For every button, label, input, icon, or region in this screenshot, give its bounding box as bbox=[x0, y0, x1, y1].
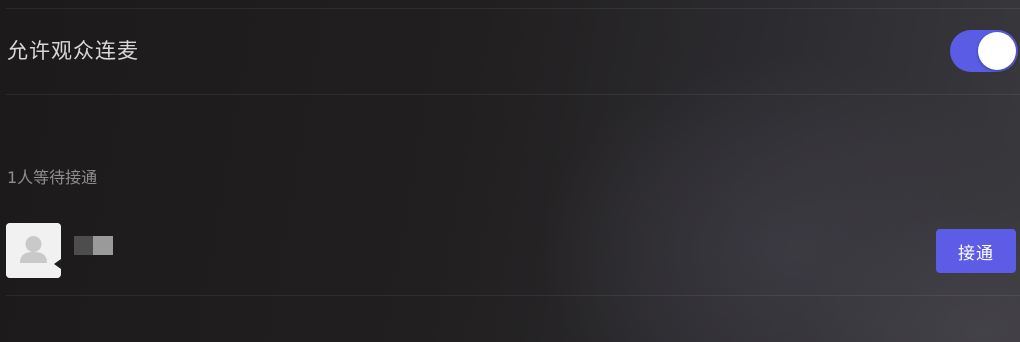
toggle-knob bbox=[978, 32, 1016, 70]
allow-audience-mic-label: 允许观众连麦 bbox=[7, 39, 139, 63]
top-divider bbox=[6, 8, 1020, 9]
settings-divider bbox=[6, 94, 1020, 95]
connect-button[interactable]: 接通 bbox=[936, 229, 1016, 273]
name-mask-block bbox=[93, 236, 113, 255]
allow-audience-mic-toggle[interactable] bbox=[950, 30, 1018, 72]
default-user-avatar-icon bbox=[6, 223, 61, 278]
list-divider bbox=[6, 295, 1020, 296]
user-avatar bbox=[6, 223, 61, 278]
user-name-masked bbox=[74, 236, 113, 255]
waiting-count-label: 1人等待接通 bbox=[7, 168, 98, 187]
name-mask-block bbox=[74, 236, 93, 255]
